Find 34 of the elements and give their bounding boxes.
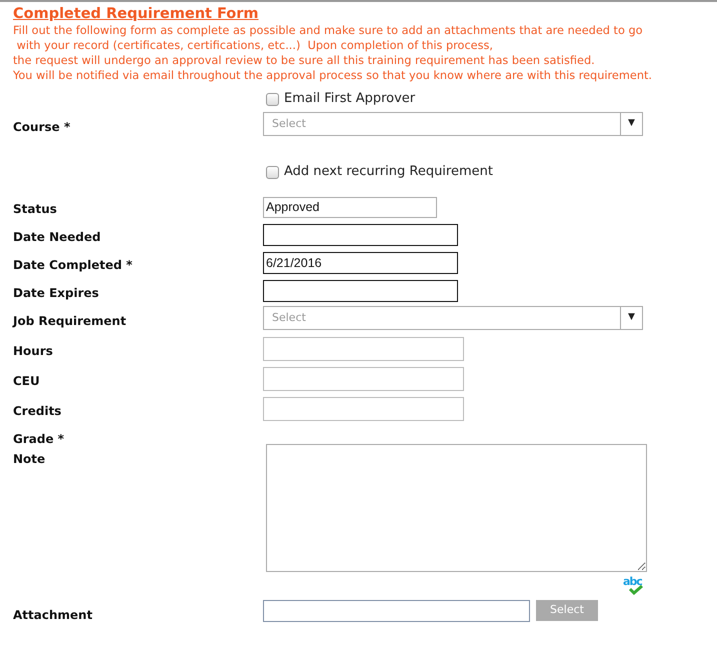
- field-label: CEU: [13, 374, 40, 388]
- checkbox-label: Add next recurring Requirement: [284, 163, 493, 182]
- select-dropdown[interactable]: Select ▼: [263, 112, 643, 136]
- note-textarea[interactable]: [266, 444, 647, 572]
- text-field[interactable]: Approved: [263, 196, 437, 218]
- field-label: Note: [13, 452, 46, 466]
- text-field[interactable]: [263, 337, 464, 361]
- field-label: Hours: [13, 344, 53, 358]
- text-field[interactable]: [263, 397, 464, 421]
- checkbox[interactable]: [266, 92, 279, 106]
- select-placeholder: Select: [271, 116, 307, 132]
- select-placeholder: Select: [271, 310, 307, 326]
- checkbox-label: Email First Approver: [284, 90, 416, 108]
- field-label: Date Completed *: [13, 258, 132, 272]
- checkbox[interactable]: [266, 166, 279, 178]
- field-label: Credits: [13, 404, 62, 418]
- field-label: Date Expires: [13, 286, 99, 300]
- field-label: Attachment: [13, 608, 92, 622]
- text-field[interactable]: 6/21/2016: [263, 252, 458, 274]
- text-field[interactable]: [263, 280, 458, 302]
- field-label: Date Needed: [13, 230, 101, 244]
- instruction-text: You will be notified via email throughout the approval process so that you know where are with this requirement.: [13, 68, 654, 83]
- instruction-text: with your record (certificates, certifications, etc...) Upon completion of this process,: [16, 38, 494, 53]
- form-title: Completed Requirement Form: [13, 5, 260, 23]
- text-field[interactable]: [263, 367, 464, 391]
- text-field[interactable]: [263, 224, 458, 246]
- field-label: Grade *: [13, 432, 64, 446]
- select-dropdown[interactable]: Select ▼: [263, 306, 643, 330]
- field-label: Job Requirement: [13, 314, 126, 328]
- field-label: Course *: [13, 120, 70, 134]
- attachment-field[interactable]: [263, 600, 530, 622]
- instruction-text: the request will undergo an approval review to be sure all this training requirement has been satisfied.: [13, 53, 596, 68]
- field-label: Status: [13, 202, 57, 216]
- instruction-text: Fill out the following form as complete as possible and make sure to add an attachments that are needed to go: [13, 23, 644, 38]
